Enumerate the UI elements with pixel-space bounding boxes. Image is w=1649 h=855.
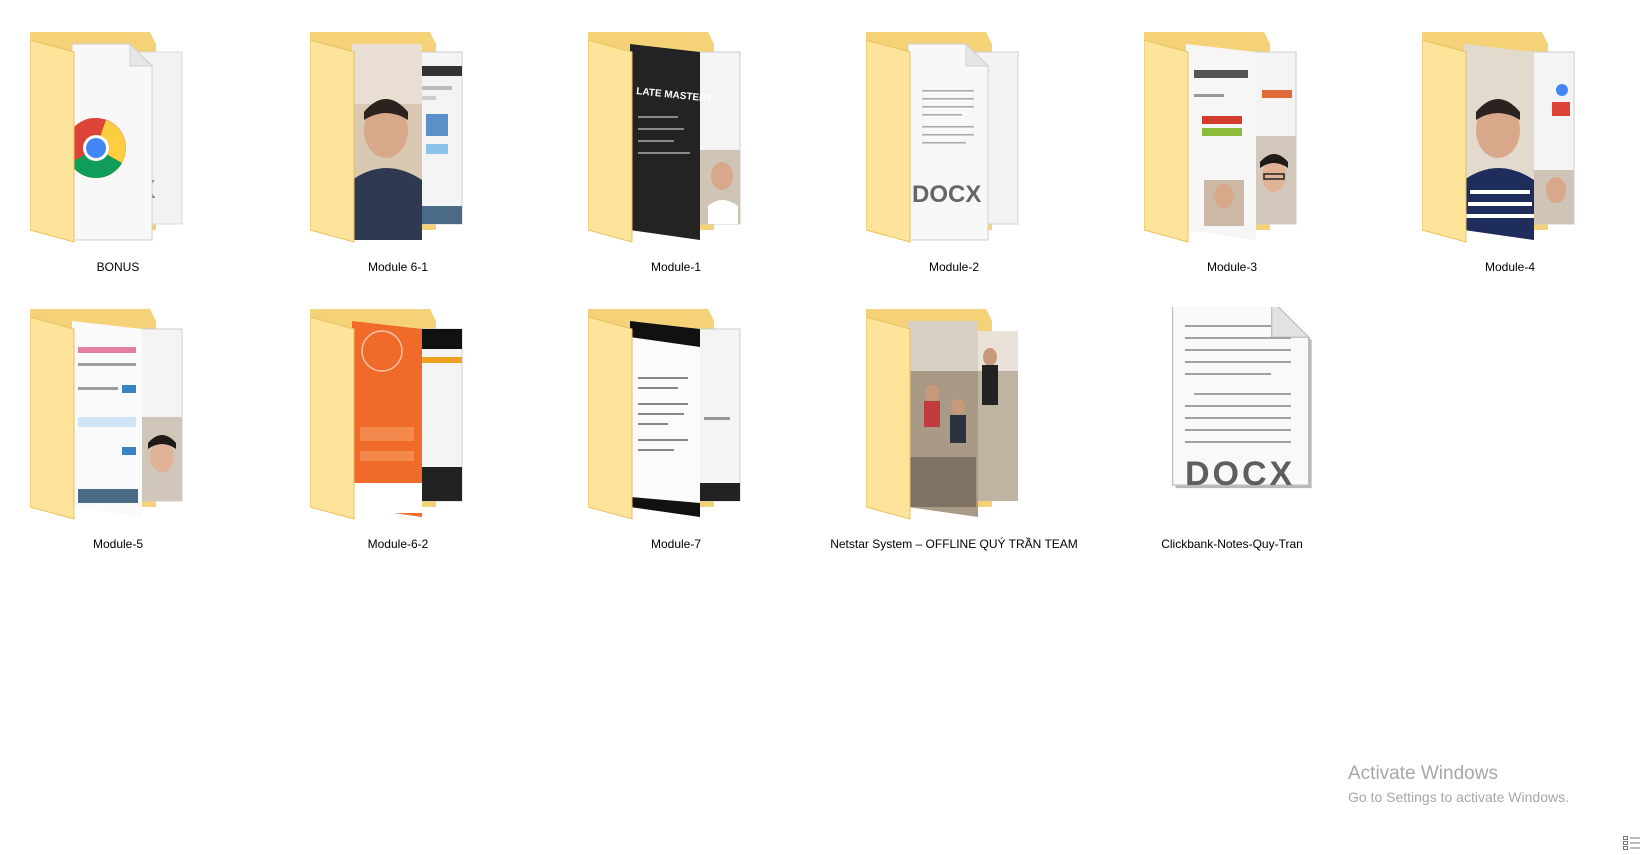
folder-icon: X <box>30 30 206 250</box>
item-label: Module-5 <box>92 537 144 551</box>
folder-icon <box>30 307 206 527</box>
folder-icon <box>310 307 486 527</box>
item-label: Module-6-2 <box>367 537 429 551</box>
folder-icon <box>1144 30 1320 250</box>
chrome-icon <box>65 118 126 179</box>
folder-item-bonus[interactable]: X BONUS <box>3 30 233 274</box>
details-view-icon[interactable] <box>1623 836 1641 850</box>
folder-icon <box>310 30 486 250</box>
watermark-title: Activate Windows <box>1348 763 1498 784</box>
file-item-clickbank-notes[interactable]: DOCX Clickbank-Notes-Quy-Tran <box>1117 307 1347 551</box>
folder-item-module-5[interactable]: Module-5 <box>3 307 233 551</box>
item-label: Module-2 <box>928 260 980 274</box>
folder-icon <box>866 307 1042 527</box>
file-explorer-content-view: X BONUS <box>0 0 1649 855</box>
docx-badge: DOCX <box>1185 455 1295 493</box>
docx-file-icon: DOCX <box>1144 307 1320 527</box>
item-label: Module 6-1 <box>367 260 429 274</box>
item-label: Clickbank-Notes-Quy-Tran <box>1161 537 1303 551</box>
folder-item-module-2[interactable]: DOCX Module-2 <box>839 30 1069 274</box>
folder-icon: DOCX <box>866 30 1042 250</box>
folder-item-module-1[interactable]: LATE MASTERY Module-1 <box>561 30 791 274</box>
folder-icon <box>588 307 764 527</box>
folder-item-module-7[interactable]: Module-7 <box>561 307 791 551</box>
item-label: Module-3 <box>1206 260 1258 274</box>
item-label: Module-4 <box>1484 260 1536 274</box>
docx-badge: DOCX <box>912 181 981 208</box>
folder-item-module-3[interactable]: Module-3 <box>1117 30 1347 274</box>
watermark-subtitle: Go to Settings to activate Windows. <box>1348 789 1569 805</box>
folder-item-module-6-2[interactable]: Module-6-2 <box>283 307 513 551</box>
folder-icon: LATE MASTERY <box>588 30 764 250</box>
item-label: Netstar System – OFFLINE QUÝ TRẦN TEAM <box>830 537 1078 551</box>
folder-item-module-4[interactable]: Module-4 <box>1395 30 1625 274</box>
activate-windows-watermark: Activate Windows Go to Settings to activ… <box>1348 762 1569 807</box>
folder-item-netstar-system[interactable]: Netstar System – OFFLINE QUÝ TRẦN TEAM <box>830 307 1078 551</box>
folder-icon <box>1422 30 1598 250</box>
item-label: Module-7 <box>650 537 702 551</box>
item-label: BONUS <box>96 260 140 274</box>
item-label: Module-1 <box>650 260 702 274</box>
folder-item-module-6-1[interactable]: Module 6-1 <box>283 30 513 274</box>
